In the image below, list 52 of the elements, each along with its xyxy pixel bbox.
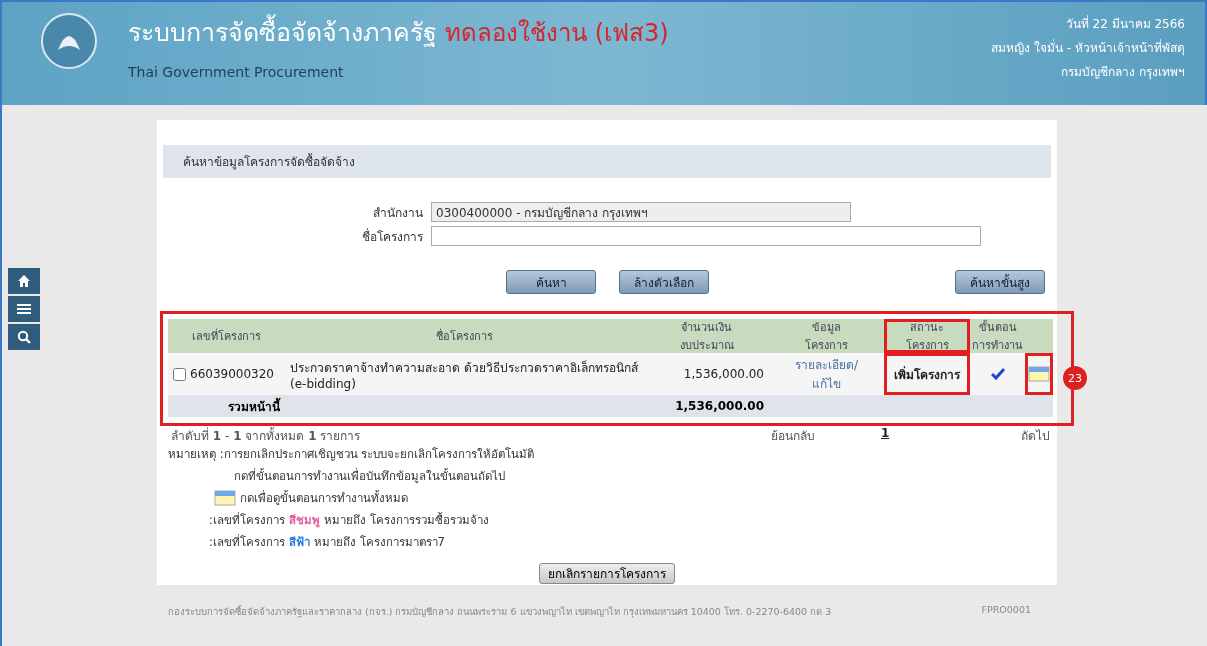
column-header: [1025, 319, 1053, 353]
legend-text: หมายถึง โครงการรวมซื้อรวมจ้าง: [323, 511, 489, 529]
details-link[interactable]: รายละเอียด/ แก้ไข: [794, 355, 858, 393]
project-number: 66039000320: [190, 367, 274, 381]
next-link[interactable]: ถัดไป: [1021, 426, 1051, 445]
column-header: ชื่อโครงการ: [285, 319, 644, 353]
action-button[interactable]: ค้นหา: [506, 270, 596, 294]
system-subtitle: Thai Government Procurement: [128, 64, 345, 80]
row-checkbox[interactable]: [173, 367, 186, 381]
back-link[interactable]: ย้อนกลับ: [771, 426, 881, 445]
field-label: สำนักงาน: [372, 204, 423, 222]
pagination-summary: ลำดับที่ 1 - 1 จากทั้งหมด 1 รายการ: [171, 426, 362, 445]
legend-text: หมายถึง โครงการมาตรา7: [313, 534, 445, 551]
note-text: กดเพื่อดูขั้นตอนการทำงานทั้งหมด: [239, 489, 408, 507]
color-word: สีฟ้า: [288, 534, 310, 551]
legend-text: :เลขที่โครงการ: [209, 533, 285, 551]
search-icon[interactable]: [8, 324, 40, 350]
cancel-projects-button[interactable]: ยกเลิกรายการโครงการ: [539, 563, 675, 584]
steps-list-icon: [213, 490, 236, 506]
section-title: ค้นหาข้อมูลโครงการจัดซื้อจัดจ้าง: [163, 145, 1051, 178]
trial-label: ทดลองใช้งาน (เฟส3): [445, 18, 669, 49]
advanced-search-button[interactable]: ค้นหาขั้นสูง: [955, 270, 1045, 294]
column-header: ข้อมูล โครงการ: [769, 319, 884, 353]
note-text: การยกเลิกประกาศเชิญชวน ระบบจะยกเลิกโครงการให้อัตโนมัติ: [223, 446, 536, 463]
project-status: เพิ่มโครงการ: [894, 365, 960, 384]
column-header: จำนวนเงิน งบประมาณ: [644, 319, 769, 353]
user-name: สมหญิง ใจมั่น - หัวหน้าเจ้าหน้าที่พัสดุ: [991, 38, 1185, 57]
notes-label: หมายเหตุ :: [168, 446, 224, 463]
field-label: ชื่อโครงการ: [361, 227, 423, 246]
total-amount: 1,536,000.00: [675, 399, 764, 413]
footer-address: กองระบบการจัดซื้อจัดจ้างภาครัฐและราคากลาง (กจร.) กรมบัญชีกลาง ถนนพระราม 6 แขวงพญาไท เขตพญาไท กรุงเทพมหานคร 10400 โทร. 0-2270-6400 กด 3: [168, 604, 832, 619]
column-header: สถานะ โครงการ: [884, 319, 970, 353]
note-text: กดที่ขั้นตอนการทำงานเพื่อบันทึกข้อมูลในขั้นตอนถัดไป: [233, 467, 506, 485]
organization-name: กรมบัญชีกลาง กรุงเทพฯ: [1061, 64, 1185, 81]
input-field[interactable]: [431, 226, 981, 246]
page-code: FPRO0001: [981, 604, 1031, 617]
total-label: รวมหน้านี้: [228, 396, 280, 416]
color-word: สีชมพู: [288, 512, 320, 529]
budget-amount: 1,536,000.00: [683, 367, 764, 381]
menu-icon[interactable]: [8, 296, 40, 322]
date-text: วันที่ 22 มีนาคม 2566: [1065, 14, 1185, 33]
legend-text: :เลขที่โครงการ: [209, 511, 285, 529]
column-header: ขั้นตอน การทำงาน: [970, 319, 1025, 353]
page-link[interactable]: 1: [881, 426, 1021, 445]
system-title: ระบบการจัดซื้อจัดจ้างภาครัฐ: [128, 12, 437, 52]
column-header: เลขที่โครงการ: [168, 319, 285, 353]
project-name: ประกวดราคาจ้างทำความสะอาด ด้วยวิธีประกวดราคาอิเล็กทรอนิกส์ (e-bidding): [290, 359, 639, 391]
checkmark-icon[interactable]: [990, 368, 1005, 380]
action-button[interactable]: ล้างตัวเลือก: [619, 270, 709, 294]
callout-badge: 23: [1063, 366, 1087, 390]
home-icon[interactable]: [8, 268, 40, 294]
emblem-logo: [40, 12, 98, 70]
